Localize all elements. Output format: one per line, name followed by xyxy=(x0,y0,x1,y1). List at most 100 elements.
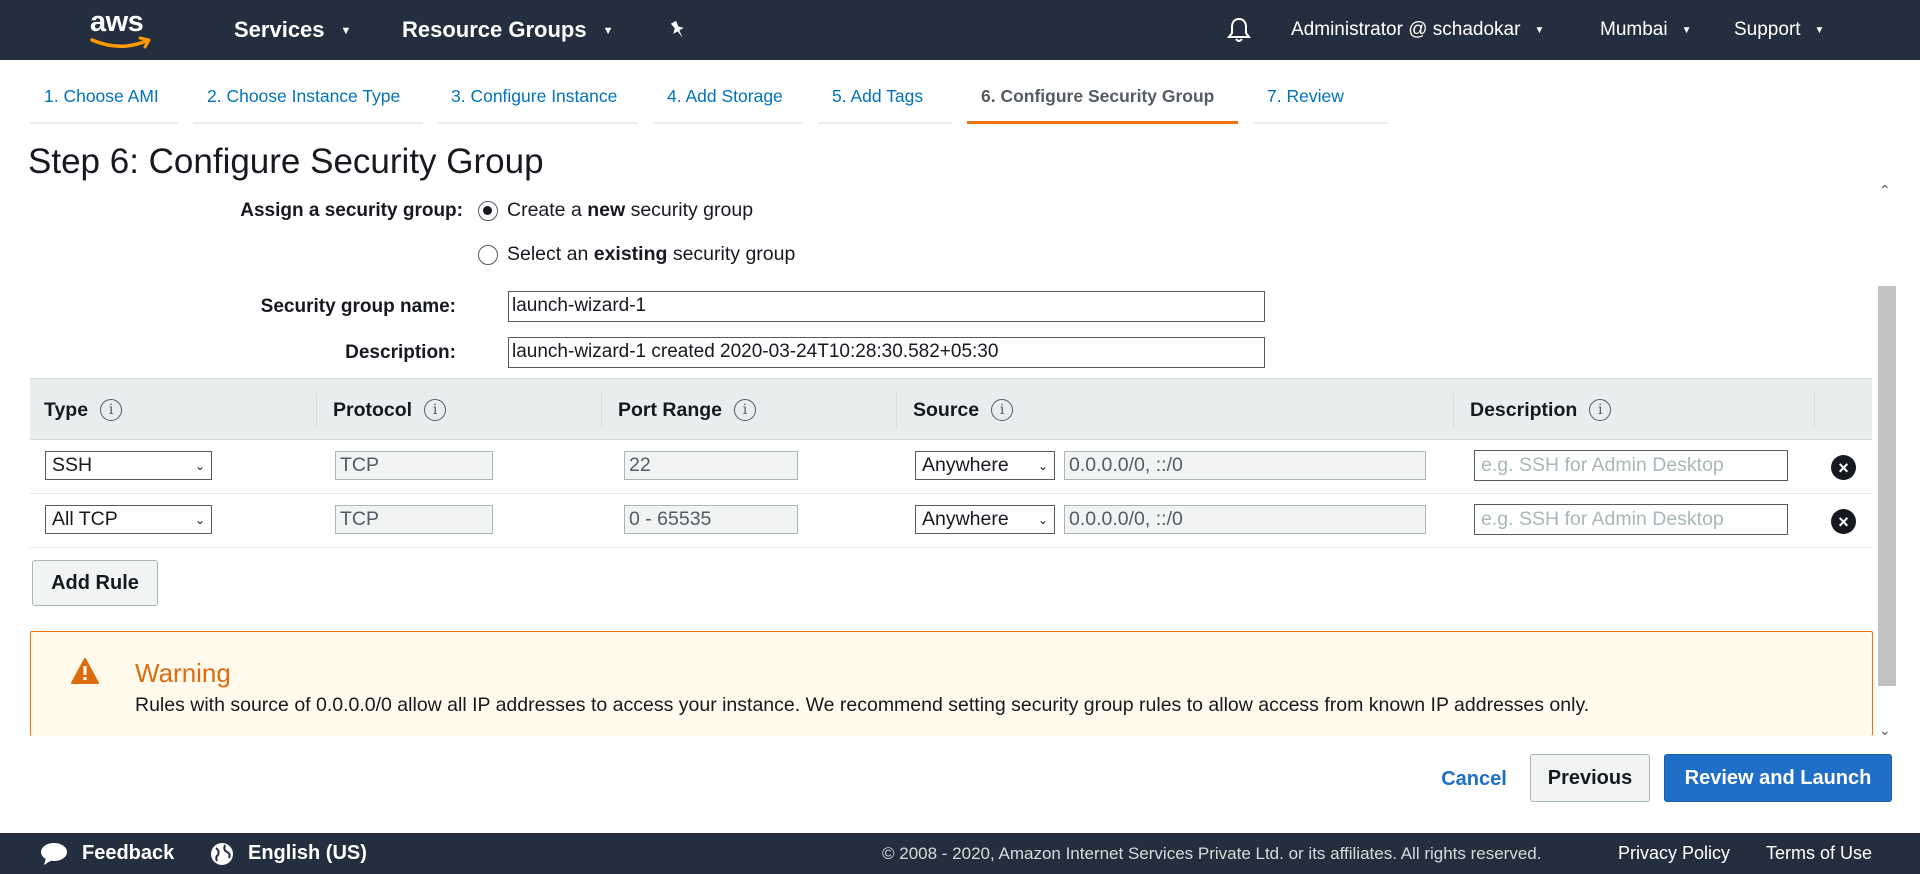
type-select[interactable]: All TCP ⌄ xyxy=(45,505,212,534)
previous-button[interactable]: Previous xyxy=(1530,754,1650,802)
notifications-button[interactable] xyxy=(1226,0,1252,60)
support-label: Support xyxy=(1734,19,1801,40)
speech-bubble-icon xyxy=(41,842,67,865)
region-menu[interactable]: Mumbai ▼ xyxy=(1600,0,1691,60)
footer-bar: Feedback English (US) © 2008 - 2020, Ama… xyxy=(0,833,1920,874)
table-row: All TCP ⌄ TCP 0 - 65535 Anywhere ⌄ 0.0.0.0… xyxy=(30,494,1872,548)
radio-button[interactable] xyxy=(478,244,498,265)
rule-description-input[interactable]: e.g. SSH for Admin Desktop xyxy=(1474,504,1788,535)
scroll-up-icon[interactable]: ⌃ xyxy=(1879,182,1891,199)
tab-configure-instance[interactable]: 3. Configure Instance xyxy=(437,86,638,124)
type-select[interactable]: SSH ⌄ xyxy=(45,451,212,480)
feedback-link[interactable]: Feedback xyxy=(40,833,174,874)
chevron-down-icon: ⌄ xyxy=(1037,512,1048,527)
security-group-name-label: Security group name: xyxy=(260,296,456,317)
table-row: SSH ⌄ TCP 22 Anywhere ⌄ 0.0.0.0/0, ::/0 e.… xyxy=(30,440,1872,494)
chevron-down-icon: ⌄ xyxy=(194,458,205,473)
column-divider xyxy=(896,393,897,427)
pushpin-icon xyxy=(670,20,684,38)
tab-choose-ami[interactable]: 1. Choose AMI xyxy=(30,86,178,124)
globe-icon xyxy=(211,842,233,865)
description-input[interactable]: launch-wizard-1 created 2020-03-24T10:28… xyxy=(508,337,1265,368)
services-label: Services xyxy=(234,17,325,42)
column-divider xyxy=(1453,393,1454,427)
header-protocol: Protocol i xyxy=(333,379,447,441)
tab-add-tags[interactable]: 5. Add Tags xyxy=(818,86,952,124)
source-select-value: Anywhere xyxy=(922,454,1009,476)
bell-icon xyxy=(1227,17,1251,42)
tab-configure-security-group[interactable]: 6. Configure Security Group xyxy=(967,86,1238,124)
warning-alert: Warning Rules with source of 0.0.0.0/0 a… xyxy=(30,631,1873,736)
account-label: Administrator @ schadokar xyxy=(1291,19,1521,40)
account-menu[interactable]: Administrator @ schadokar ▼ xyxy=(1291,0,1544,60)
chevron-down-icon: ▼ xyxy=(1814,24,1825,36)
source-select[interactable]: Anywhere ⌄ xyxy=(915,505,1055,534)
pin-button[interactable] xyxy=(666,0,690,60)
source-select-value: Anywhere xyxy=(922,508,1009,530)
label-part: security group xyxy=(667,243,796,265)
copyright-text: © 2008 - 2020, Amazon Internet Services … xyxy=(882,843,1542,863)
aws-logo-text: aws xyxy=(90,6,144,38)
support-menu[interactable]: Support ▼ xyxy=(1734,0,1824,60)
tab-choose-instance-type[interactable]: 2. Choose Instance Type xyxy=(193,86,423,124)
terms-of-use-link[interactable]: Terms of Use xyxy=(1766,833,1872,874)
radio-select-existing-security-group[interactable]: Select an existing security group xyxy=(478,243,795,266)
warning-message: Rules with source of 0.0.0.0/0 allow all… xyxy=(135,694,1590,716)
security-group-name-input[interactable]: launch-wizard-1 xyxy=(508,291,1265,322)
chevron-down-icon: ⌄ xyxy=(1037,458,1048,473)
label-part: security group xyxy=(625,199,754,221)
header-source: Source i xyxy=(913,379,1014,441)
privacy-policy-link[interactable]: Privacy Policy xyxy=(1618,833,1730,874)
header-description-label: Description xyxy=(1470,398,1578,421)
warning-title: Warning xyxy=(135,658,231,688)
info-icon[interactable]: i xyxy=(1589,399,1612,421)
info-icon[interactable]: i xyxy=(991,399,1014,421)
header-type-label: Type xyxy=(44,398,89,421)
add-rule-button[interactable]: Add Rule xyxy=(32,560,158,606)
label-part-bold: new xyxy=(587,199,626,221)
content-scrollbar[interactable]: ⌃ ⌄ xyxy=(1876,182,1896,738)
radio-button-selected[interactable] xyxy=(478,200,498,221)
services-menu[interactable]: Services ▼ xyxy=(234,0,351,60)
language-label: English (US) xyxy=(248,842,367,864)
info-icon[interactable]: i xyxy=(734,399,757,421)
chevron-down-icon: ⌄ xyxy=(194,512,205,527)
header-type: Type i xyxy=(44,379,123,441)
label-part-bold: existing xyxy=(593,243,668,265)
description-label: Description: xyxy=(345,342,456,363)
aws-logo[interactable]: aws xyxy=(88,6,158,52)
chevron-down-icon: ▼ xyxy=(340,25,352,37)
feedback-label: Feedback xyxy=(82,842,175,864)
resource-groups-menu[interactable]: Resource Groups ▼ xyxy=(402,0,614,60)
source-cidr-field[interactable]: 0.0.0.0/0, ::/0 xyxy=(1064,505,1426,534)
remove-rule-icon[interactable]: × xyxy=(1831,509,1856,534)
warning-triangle-icon xyxy=(71,658,99,684)
label-part: Select an xyxy=(507,243,594,265)
language-selector[interactable]: English (US) xyxy=(210,833,367,874)
remove-rule-icon[interactable]: × xyxy=(1831,455,1856,480)
review-and-launch-button[interactable]: Review and Launch xyxy=(1664,754,1892,802)
assign-security-group-label: Assign a security group: xyxy=(240,200,463,221)
cancel-button[interactable]: Cancel xyxy=(1428,756,1520,802)
label-part: Create a xyxy=(507,199,588,221)
rule-description-input[interactable]: e.g. SSH for Admin Desktop xyxy=(1474,450,1788,481)
page-title: Step 6: Configure Security Group xyxy=(28,142,544,181)
scroll-down-icon[interactable]: ⌄ xyxy=(1879,722,1891,739)
port-range-field: 22 xyxy=(624,451,798,480)
top-navigation-bar: aws Services ▼ Resource Groups ▼ Adminis… xyxy=(0,0,1920,60)
tab-add-storage[interactable]: 4. Add Storage xyxy=(653,86,803,124)
column-divider xyxy=(316,393,317,427)
tab-review[interactable]: 7. Review xyxy=(1253,86,1388,124)
header-port-range-label: Port Range xyxy=(618,398,723,421)
info-icon[interactable]: i xyxy=(100,399,123,421)
info-icon[interactable]: i xyxy=(424,399,447,421)
page-root: aws Services ▼ Resource Groups ▼ Adminis… xyxy=(0,0,1920,874)
radio-create-new-security-group[interactable]: Create a new security group xyxy=(478,199,753,222)
header-source-label: Source xyxy=(913,398,980,421)
source-cidr-field[interactable]: 0.0.0.0/0, ::/0 xyxy=(1064,451,1426,480)
rules-table-header: Type i Protocol i Port Range i Source i Desc… xyxy=(30,378,1872,440)
scrollbar-thumb[interactable] xyxy=(1878,286,1896,686)
type-value: SSH xyxy=(52,454,93,476)
chevron-down-icon: ▼ xyxy=(1534,24,1545,36)
source-select[interactable]: Anywhere ⌄ xyxy=(915,451,1055,480)
